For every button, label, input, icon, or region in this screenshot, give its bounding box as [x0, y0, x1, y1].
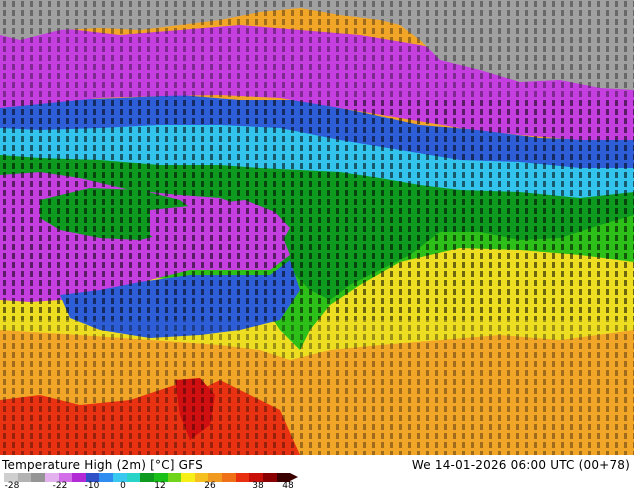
map-title: Temperature High (2m) [°C] GFS — [2, 458, 203, 472]
valid-time: We 14-01-2026 06:00 UTC (00+78) — [411, 458, 630, 472]
scale-arrow-icon — [290, 473, 298, 481]
temperature-field — [0, 0, 634, 455]
temperature-map — [0, 0, 634, 455]
